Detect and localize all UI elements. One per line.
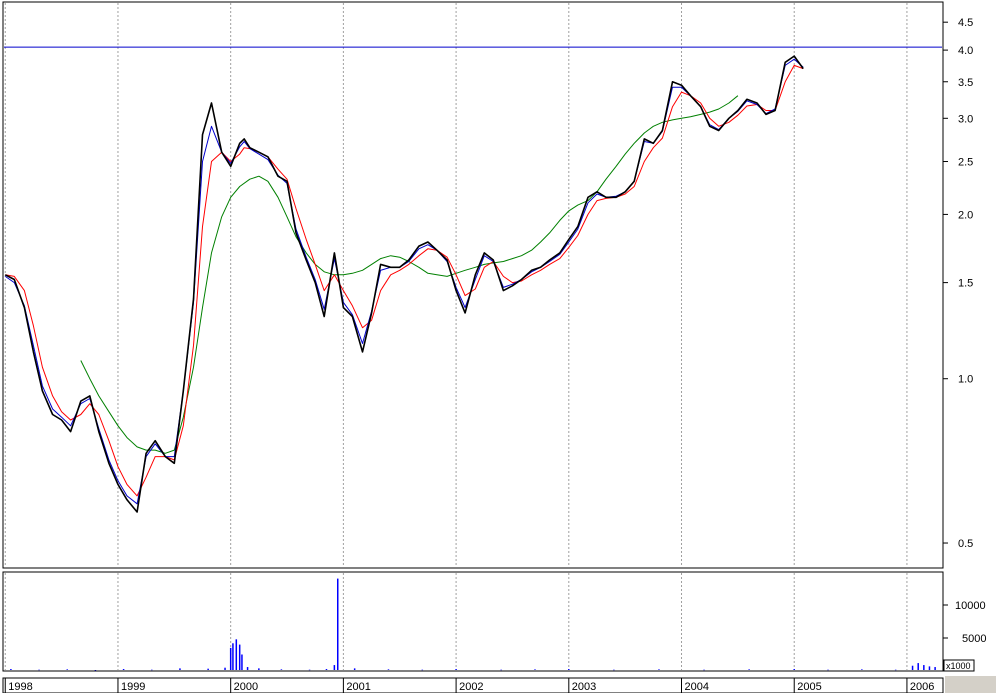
volume-bar <box>827 669 829 671</box>
volume-bar <box>258 668 260 670</box>
price-y-tick-label: 1.5 <box>958 278 973 290</box>
volume-bar <box>500 669 502 671</box>
volume-bar <box>455 669 457 670</box>
volume-bar <box>793 669 795 670</box>
volume-bar <box>66 669 68 670</box>
price-y-tick-label: 3.5 <box>958 77 973 89</box>
price-y-tick-label: 4.5 <box>958 17 973 29</box>
volume-bar <box>387 669 390 670</box>
price-y-tick-label: 3.0 <box>958 113 973 125</box>
volume-bar <box>325 669 328 670</box>
volume-bar <box>10 669 12 670</box>
volume-bar <box>923 665 925 670</box>
volume-bar <box>917 663 919 670</box>
volume-bar <box>207 668 209 670</box>
volume-bar <box>421 669 424 671</box>
volume-bar <box>703 669 705 671</box>
volume-bar <box>224 667 226 670</box>
volume-y-tick-label: 5000 <box>962 633 986 645</box>
volume-bar <box>151 669 153 671</box>
volume-bar <box>928 666 931 670</box>
volume-bar <box>238 644 241 670</box>
x-tick-label: 2003 <box>572 681 596 693</box>
volume-bar <box>894 669 897 671</box>
scroll-corner[interactable] <box>945 676 996 693</box>
x-tick-label: 2002 <box>459 681 483 693</box>
price-y-tick-label: 2.5 <box>958 157 973 169</box>
x-tick-label: 2001 <box>346 681 370 693</box>
x-tick-label: 2005 <box>797 681 821 693</box>
x-tick-label: 1999 <box>121 681 145 693</box>
volume-bar <box>353 668 356 670</box>
x-tick-label: 1998 <box>8 681 32 693</box>
volume-bar <box>911 665 914 670</box>
volume-bar <box>235 639 238 670</box>
volume-bar <box>861 669 863 670</box>
price-y-tick-label: 2.0 <box>958 209 973 221</box>
x-tick-label: 2006 <box>910 681 934 693</box>
chart-svg: 4.5 4.0 3.5 3.0 2.5 2.0 1.5 1.0 0.5 5000 10000 x1… <box>0 0 996 694</box>
volume-bar <box>179 668 181 670</box>
volume-panel-frame <box>2 571 944 672</box>
volume-bar <box>241 654 243 670</box>
volume-bar <box>246 667 249 670</box>
volume-bar <box>308 669 311 671</box>
volume-bar <box>658 669 660 670</box>
volume-bar <box>934 667 936 670</box>
volume-y-tick-label: 10000 <box>955 600 986 612</box>
volume-bar <box>748 669 750 670</box>
volume-bar <box>534 669 536 670</box>
volume-bar <box>232 643 234 670</box>
volume-bar <box>333 665 336 670</box>
price-y-tick-label: 0.5 <box>958 538 973 550</box>
volume-bar <box>613 669 615 671</box>
volume-bar <box>122 669 125 670</box>
volume-bar <box>280 669 283 670</box>
volume-unit-label: x1000 <box>946 661 971 671</box>
volume-bar <box>38 669 40 671</box>
price-y-tick-label: 4.0 <box>958 45 973 57</box>
volume-bar <box>568 669 570 670</box>
volume-bar <box>336 578 339 670</box>
stock-price-chart: 4.5 4.0 3.5 3.0 2.5 2.0 1.5 1.0 0.5 5000 10000 x1… <box>0 0 996 694</box>
x-tick-label: 2000 <box>234 681 258 693</box>
volume-bar <box>229 647 232 670</box>
volume-bar <box>94 670 97 671</box>
x-tick-label: 2004 <box>685 681 709 693</box>
price-y-tick-label: 1.0 <box>958 374 973 386</box>
